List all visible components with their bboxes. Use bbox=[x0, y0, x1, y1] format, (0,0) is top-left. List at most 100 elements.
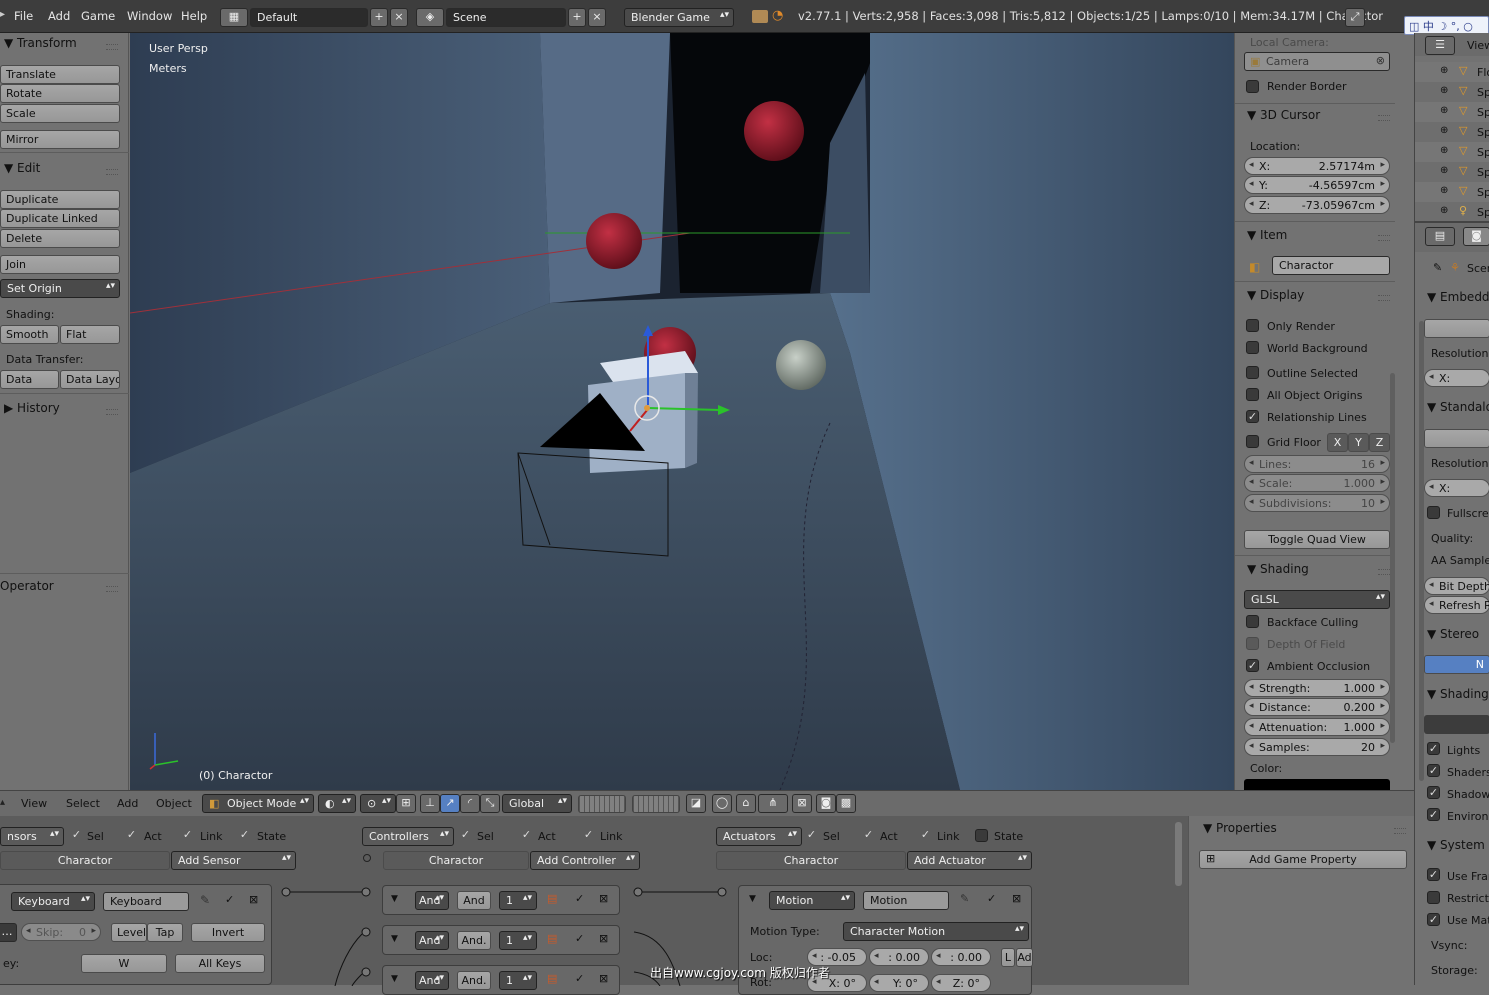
grid-lines-field[interactable]: ◂ Lines: 16 ▸ bbox=[1244, 455, 1390, 473]
use-material-checkbox[interactable]: ✓ bbox=[1427, 913, 1440, 926]
depth-of-field-checkbox[interactable] bbox=[1246, 637, 1259, 650]
pivot-select[interactable]: ⊙ ▴▾ bbox=[360, 794, 396, 813]
controllers-act-checkbox[interactable]: ✓ bbox=[520, 829, 533, 842]
grid-axis-y-toggle[interactable]: Y bbox=[1348, 433, 1369, 452]
add-loc-toggle[interactable]: Ad bbox=[1016, 948, 1033, 967]
operator-panel-header[interactable]: Operator bbox=[0, 579, 54, 593]
standalone-button[interactable] bbox=[1424, 429, 1489, 448]
scale-button[interactable]: Scale bbox=[0, 104, 120, 123]
edit-panel-header[interactable]: ▼ Edit bbox=[4, 161, 40, 175]
ao-distance-field[interactable]: ◂ Distance: 0.200 ▸ bbox=[1244, 698, 1390, 716]
skip-field[interactable]: ◂ Skip: 0 ▸ bbox=[21, 923, 101, 941]
world-background-checkbox[interactable] bbox=[1246, 341, 1259, 354]
controller-active-checkbox[interactable]: ✓ bbox=[575, 972, 584, 985]
history-panel-header[interactable]: ▶ History bbox=[4, 401, 60, 415]
menu-help[interactable]: Help bbox=[181, 9, 207, 23]
grid-subdivisions-field[interactable]: ◂ Subdivisions: 10 ▸ bbox=[1244, 494, 1390, 512]
all-object-origins-checkbox[interactable] bbox=[1246, 388, 1259, 401]
flat-button[interactable]: Flat bbox=[60, 325, 120, 344]
refresh-rate-field[interactable]: ◂ Refresh Ra bbox=[1424, 596, 1489, 614]
render-tab-icon[interactable]: ◙ bbox=[1463, 227, 1489, 246]
scene-browse-icon[interactable]: ◈ bbox=[416, 8, 444, 27]
scrollbar[interactable] bbox=[1419, 321, 1424, 781]
controller-name-field[interactable]: And bbox=[457, 891, 491, 910]
editor-type-icon[interactable]: ▴ bbox=[0, 797, 5, 808]
drag-grip-icon[interactable] bbox=[106, 44, 118, 50]
outliner-row[interactable]: ⊕ ▽ Sp bbox=[1415, 122, 1489, 142]
add-game-property-button[interactable]: ⊞ Add Game Property bbox=[1199, 850, 1407, 869]
actuators-sel-checkbox[interactable]: ✓ bbox=[805, 829, 818, 842]
controller-state-select[interactable]: 1 ▴▾ bbox=[499, 971, 537, 990]
layout-close-icon[interactable]: × bbox=[390, 8, 408, 27]
expand-icon[interactable]: ⊕ bbox=[1440, 145, 1448, 156]
sensors-menu[interactable]: nsors ▴▾ bbox=[0, 827, 64, 846]
loc-z-field[interactable]: ◂: 0.00 bbox=[931, 948, 991, 966]
loc-y-field[interactable]: ◂: 0.00 bbox=[869, 948, 929, 966]
3d-cursor-panel-header[interactable]: ▼ 3D Cursor bbox=[1247, 108, 1320, 122]
motion-type-select[interactable]: Character Motion ▴▾ bbox=[843, 922, 1029, 941]
translate-manipulator-icon[interactable]: ↗ bbox=[440, 794, 460, 813]
transform-panel-header[interactable]: ▼ Transform bbox=[4, 36, 77, 50]
use-frame-rate-checkbox[interactable]: ✓ bbox=[1427, 868, 1440, 881]
outliner-view-menu[interactable]: View bbox=[1467, 39, 1489, 52]
fullscreen-icon[interactable]: ⤢ bbox=[1345, 8, 1365, 27]
level-button[interactable]: Level bbox=[111, 923, 147, 942]
controller-active-checkbox[interactable]: ✓ bbox=[575, 892, 584, 905]
drag-grip-icon[interactable] bbox=[1378, 115, 1390, 121]
all-keys-button[interactable]: All Keys bbox=[175, 954, 265, 973]
embedded-button[interactable] bbox=[1424, 319, 1489, 338]
display-mode-icon[interactable]: ☰ bbox=[1425, 36, 1455, 55]
grid-axis-z-toggle[interactable]: Z bbox=[1369, 433, 1390, 452]
controller-input-socket[interactable] bbox=[361, 967, 371, 977]
rot-z-field[interactable]: ◂ Z: 0° bbox=[931, 974, 991, 992]
toggle-quad-view-button[interactable]: Toggle Quad View bbox=[1244, 530, 1390, 549]
shadows-checkbox[interactable]: ✓ bbox=[1427, 786, 1440, 799]
backface-culling-checkbox[interactable] bbox=[1246, 615, 1259, 628]
controller-remove-icon[interactable]: ⊠ bbox=[599, 892, 608, 905]
outliner-row[interactable]: ⊕ ▽ Sp bbox=[1415, 142, 1489, 162]
menu-view[interactable]: View bbox=[21, 797, 47, 810]
expand-icon[interactable]: ⊕ bbox=[1440, 185, 1448, 196]
cursor-x-field[interactable]: ◂ X: 2.57174m ▸ bbox=[1244, 157, 1390, 175]
controllers-link-checkbox[interactable]: ✓ bbox=[582, 829, 595, 842]
lights-checkbox[interactable]: ✓ bbox=[1427, 742, 1440, 755]
mirror-button[interactable]: Mirror bbox=[0, 130, 120, 149]
drag-grip-icon[interactable] bbox=[106, 409, 118, 415]
controllers-menu[interactable]: Controllers ▴▾ bbox=[362, 827, 454, 846]
grid-floor-checkbox[interactable] bbox=[1246, 435, 1259, 448]
mode-select[interactable]: ◧ Object Mode ▴▾ bbox=[202, 794, 314, 813]
key-button[interactable]: W bbox=[81, 954, 167, 973]
menu-game[interactable]: Game bbox=[81, 9, 115, 23]
sensors-act-checkbox[interactable]: ✓ bbox=[125, 829, 138, 842]
item-name-field[interactable]: Charactor bbox=[1272, 256, 1390, 275]
ao-color-swatch[interactable] bbox=[1244, 779, 1390, 790]
expand-icon[interactable]: ⊕ bbox=[1440, 205, 1448, 216]
pin-icon[interactable]: ✎ bbox=[960, 892, 969, 905]
rotate-button[interactable]: Rotate bbox=[0, 84, 120, 103]
drag-grip-icon[interactable] bbox=[1378, 295, 1390, 301]
bookmark-icon[interactable]: ▤ bbox=[547, 972, 557, 985]
local-camera-field[interactable]: ▣ Camera ⊗ bbox=[1244, 52, 1390, 71]
duplicate-button[interactable]: Duplicate bbox=[0, 190, 120, 209]
outliner-row[interactable]: ⊕ ▽ Sp bbox=[1415, 162, 1489, 182]
actuators-link-checkbox[interactable]: ✓ bbox=[919, 829, 932, 842]
controller-input-socket[interactable] bbox=[361, 927, 371, 937]
collapse-arrow-icon[interactable]: ▼ bbox=[391, 894, 398, 904]
embedded-res-x-field[interactable]: ◂ X: bbox=[1424, 369, 1489, 387]
sensors-state-checkbox[interactable]: ✓ bbox=[238, 829, 251, 842]
expand-icon[interactable]: ⊕ bbox=[1440, 85, 1448, 96]
add-sensor-select[interactable]: Add Sensor ▴▾ bbox=[171, 851, 296, 870]
scale-manipulator-icon[interactable]: ⤡ bbox=[480, 794, 500, 813]
orientation-select[interactable]: Global ▴▾ bbox=[502, 794, 572, 813]
cursor-z-field[interactable]: ◂ Z: -73.05967cm ▸ bbox=[1244, 196, 1390, 214]
drag-grip-icon[interactable] bbox=[106, 586, 118, 592]
menu-file[interactable]: File bbox=[14, 9, 33, 23]
sensors-link-checkbox[interactable]: ✓ bbox=[181, 829, 194, 842]
manipulator-toggle-icon[interactable]: ⊥ bbox=[420, 794, 440, 813]
expand-icon[interactable]: ⊕ bbox=[1440, 105, 1448, 116]
actuator-active-checkbox[interactable]: ✓ bbox=[987, 892, 996, 905]
proportional-edit-icon[interactable]: ◯ bbox=[712, 794, 732, 813]
expand-icon[interactable]: ⊕ bbox=[1440, 125, 1448, 136]
controller-state-select[interactable]: 1 ▴▾ bbox=[499, 931, 537, 950]
sensor-type-select[interactable]: Keyboard ▴▾ bbox=[11, 892, 95, 911]
